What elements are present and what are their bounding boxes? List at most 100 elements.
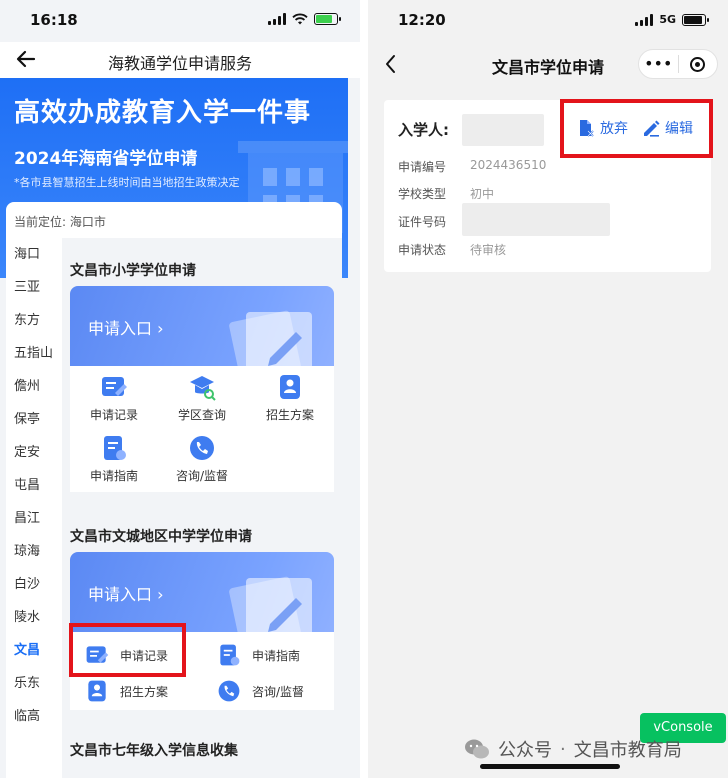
guide-icon [220,644,240,666]
middle-school-section: 文昌市文城地区中学学位申请 申请入口 › 申请记录 申请指南 招生方案 咨询/监… [70,522,334,710]
signal-icon [268,13,286,25]
edit-button[interactable]: 编辑 [642,118,693,138]
city-item[interactable]: 东方 [6,304,62,337]
city-item[interactable]: 陵水 [6,601,62,634]
service-grid: 申请记录 申请指南 招生方案 咨询/监督 [70,632,334,710]
city-item[interactable]: 琼海 [6,535,62,568]
guide-icon [104,436,126,460]
city-item[interactable]: 乐东 [6,667,62,700]
item-label: 申请指南 [89,469,138,483]
watermark-separator: · [560,738,566,760]
battery-icon [314,13,341,25]
home-indicator [480,764,620,769]
city-item-active[interactable]: 文昌 [6,634,62,667]
city-service-card: 当前定位: 海口市 海口 三亚 东方 五指山 儋州 保亭 定安 屯昌 昌江 琼海… [6,202,342,778]
service-grid: 申请记录 学区查询 招生方案 申请指南 咨询/监督 [70,366,334,492]
application-record-card: 入学人: 申请编号 2024436510 学校类型 初中 证件号码 申请状态 待审核 … [384,100,711,272]
watermark-prefix: 公众号 [498,740,552,761]
id-number-redacted [462,203,610,236]
status-icons: 5G [635,13,709,26]
section-title: 文昌市小学学位申请 [70,263,196,279]
top-nav-bar: 文昌市学位申请 ••• [368,42,728,86]
city-item[interactable]: 定安 [6,436,62,469]
city-item[interactable]: 海口 [6,238,62,271]
student-name-redacted [462,114,544,146]
screen-divider [360,0,368,778]
enrollment-plan-button[interactable]: 招生方案 [246,372,334,423]
city-item[interactable]: 屯昌 [6,469,62,502]
city-item[interactable]: 儋州 [6,370,62,403]
field-row: 申请状态 待审核 [398,243,507,257]
city-item[interactable]: 三亚 [6,271,62,304]
network-label: 5G [659,13,676,26]
service-pane: 文昌市小学学位申请 申请入口 › 申请记录 学区查询 招生方案 申请指南 咨询/… [62,238,342,778]
status-time: 12:20 [398,11,446,29]
apply-guide-button[interactable]: 申请指南 [202,642,334,668]
apply-record-button[interactable]: 申请记录 [70,642,202,668]
status-bar: 16:18 [0,0,360,42]
status-bar: 12:20 5G [368,0,728,42]
item-label: 咨询/监督 [175,469,229,483]
top-nav-bar: 海教通学位申请服务 [0,42,360,78]
school-district-query-button[interactable]: 学区查询 [158,372,246,423]
current-location: 当前定位: 海口市 [14,213,106,230]
field-row: 证件号码 [398,215,447,229]
apply-entry-banner[interactable]: 申请入口 › [70,286,334,366]
field-row: 学校类型 初中 [398,187,495,201]
item-label: 招生方案 [120,684,169,699]
apply-entry-label: 申请入口 › [88,585,164,604]
close-miniapp-button[interactable] [679,50,718,78]
miniapp-capsule: ••• [638,49,718,79]
item-label: 申请记录 [120,648,169,663]
abandon-label: 放弃 [600,121,628,137]
status-time: 16:18 [30,11,78,29]
status-icons [268,13,341,25]
city-item[interactable]: 五指山 [6,337,62,370]
watermark-account: 文昌市教育局 [573,740,682,761]
banner-note: *各市县智慧招生上线时间由当地招生政策决定 [14,176,240,189]
field-value: 初中 [470,187,495,201]
left-phone-screen: 16:18 海教通学位申请服务 高效办成教育入学一件事 2024年海南省学位申请… [0,0,360,778]
enrollment-plan-icon [280,375,300,399]
apply-guide-button[interactable]: 申请指南 [70,433,158,484]
enrollment-plan-icon [88,680,106,702]
abandon-button[interactable]: 放弃 [577,118,628,138]
city-list: 海口 三亚 东方 五指山 儋州 保亭 定安 屯昌 昌江 琼海 白沙 陵水 文昌 … [6,238,62,733]
watermark: 公众号 · 文昌市教育局 [464,736,682,762]
consult-supervise-button[interactable]: 咨询/监督 [202,678,334,704]
target-circle-icon [690,57,706,72]
student-label: 入学人: [398,121,449,139]
wifi-icon [292,13,308,25]
primary-school-section: 文昌市小学学位申请 申请入口 › 申请记录 学区查询 招生方案 申请指南 咨询/… [70,256,334,492]
city-item[interactable]: 临高 [6,700,62,733]
banner-subtitle: 2024年海南省学位申请 [14,149,198,169]
folder-pencil-icon [229,310,312,366]
phone-consult-icon [218,680,240,702]
city-item[interactable]: 昌江 [6,502,62,535]
edit-label: 编辑 [665,121,693,137]
edit-icon [644,120,660,137]
item-label: 招生方案 [265,408,314,422]
enrollment-plan-button[interactable]: 招生方案 [70,678,202,704]
field-value: 2024436510 [470,158,547,172]
field-value: 待审核 [470,243,507,257]
grade7-info-section: 文昌市七年级入学信息收集 [70,736,334,766]
apply-entry-label: 申请入口 › [88,319,164,338]
item-label: 申请记录 [89,408,138,422]
section-title: 文昌市七年级入学信息收集 [70,743,238,759]
city-item[interactable]: 保亭 [6,403,62,436]
location-city: 海口市 [69,215,106,229]
folder-pencil-icon [229,576,312,632]
item-label: 咨询/监督 [252,684,305,699]
consult-supervise-button[interactable]: 咨询/监督 [158,433,246,484]
more-menu-button[interactable]: ••• [639,50,678,78]
phone-consult-icon [190,436,214,460]
city-item[interactable]: 白沙 [6,568,62,601]
apply-record-button[interactable]: 申请记录 [70,372,158,423]
apply-entry-banner[interactable]: 申请入口 › [70,552,334,632]
record-icon [102,377,127,396]
banner-headline: 高效办成教育入学一件事 [14,98,312,128]
school-district-icon [190,376,216,401]
section-title: 文昌市文城地区中学学位申请 [70,529,252,545]
signal-icon [635,13,654,26]
